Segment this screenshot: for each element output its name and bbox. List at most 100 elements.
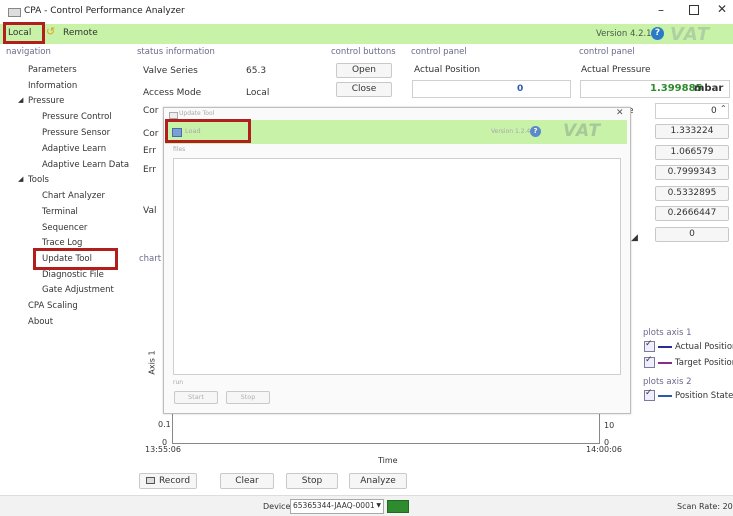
legend-target-position[interactable]: Target Position: [644, 355, 733, 368]
chart-heading: chart: [139, 254, 162, 264]
version-label: Version 4.2.1: [596, 29, 652, 39]
position-state-checkbox[interactable]: [644, 388, 655, 401]
chart-y2-tick-10: 10: [604, 421, 615, 430]
dialog-help-icon[interactable]: ?: [530, 126, 541, 137]
stop-button[interactable]: Stop: [286, 473, 338, 489]
scan-rate: Scan Rate: 20ms: [677, 502, 733, 511]
access-mode-value: Local: [246, 88, 270, 98]
chart-y-axis: [172, 410, 173, 444]
nav-tools[interactable]: Tools: [28, 175, 49, 185]
maximize-button[interactable]: [689, 5, 699, 15]
pressure-preset-5[interactable]: 0.2666447: [655, 206, 729, 221]
nav-gate-adjustment[interactable]: Gate Adjustment: [42, 285, 114, 295]
nav-pressure-control[interactable]: Pressure Control: [42, 112, 112, 122]
analyze-button[interactable]: Analyze: [349, 473, 407, 489]
navigation-heading: navigation: [6, 47, 51, 57]
pressure-preset-1[interactable]: 1.333224: [655, 124, 729, 139]
dialog-title: Update Tool: [179, 110, 215, 117]
pressure-preset-3[interactable]: 0.7999343: [655, 165, 729, 180]
valve-series-value: 65.3: [246, 66, 267, 76]
nav-trace-log[interactable]: Trace Log: [42, 238, 82, 248]
actual-position-label: Actual Position: [414, 65, 481, 75]
nav-diagnostic-file[interactable]: Diagnostic File: [42, 270, 104, 280]
chevron-down-icon: ▼: [376, 502, 381, 509]
record-button[interactable]: Record: [139, 473, 197, 489]
plots-axis-2-heading: plots axis 2: [643, 377, 692, 387]
status-row-4-label: Cor: [143, 129, 159, 139]
dialog-close-button[interactable]: ✕: [616, 108, 624, 118]
close-button[interactable]: Close: [336, 82, 392, 97]
files-label: files: [173, 146, 186, 153]
actual-position-checkbox[interactable]: [644, 339, 655, 352]
window-title: CPA - Control Performance Analyzer: [24, 6, 185, 16]
actual-position-value: 0: [517, 84, 524, 94]
control-panel-2-heading: control panel: [579, 47, 635, 57]
status-bar: Device: 65365344-JAAQ-0001 ▼ Scan Rate: …: [0, 495, 733, 516]
nav-about[interactable]: About: [28, 317, 53, 327]
status-row-3-label: Cor: [143, 106, 159, 116]
slider-handle-icon[interactable]: ◢: [631, 233, 638, 243]
expand-pressure-icon[interactable]: ◢: [18, 96, 23, 104]
record-label: Record: [158, 476, 191, 486]
chart-y2-axis: [599, 410, 600, 444]
pressure-preset-4[interactable]: 0.5332895: [655, 186, 729, 201]
nav-sequencer[interactable]: Sequencer: [42, 223, 87, 233]
dialog-version: Version 1.2.4: [491, 128, 531, 135]
status-heading: status information: [137, 47, 215, 57]
local-highlight: [3, 22, 45, 44]
dialog-start-button[interactable]: Start: [174, 391, 218, 404]
help-icon[interactable]: ?: [651, 27, 664, 40]
nav-adaptive-learn-data[interactable]: Adaptive Learn Data: [42, 160, 129, 170]
device-connected-icon: [387, 500, 409, 513]
update-tool-highlight: [33, 248, 118, 270]
vat-logo: VAT: [670, 24, 711, 45]
control-buttons-heading: control buttons: [331, 47, 396, 57]
actual-position-legend-label: Actual Position: [675, 342, 733, 352]
chart-x-label: Time: [378, 456, 398, 465]
nav-cpa-scaling[interactable]: CPA Scaling: [28, 301, 78, 311]
device-label: Device:: [263, 502, 294, 511]
remote-button[interactable]: Remote: [63, 28, 98, 38]
load-highlight: [165, 119, 251, 143]
nav-information[interactable]: Information: [28, 81, 77, 91]
nav-pressure-sensor[interactable]: Pressure Sensor: [42, 128, 110, 138]
chart-x-start: 13:55:06: [145, 445, 181, 454]
nav-pressure[interactable]: Pressure: [28, 96, 64, 106]
control-panel-1-heading: control panel: [411, 47, 467, 57]
dialog-stop-button[interactable]: Stop: [226, 391, 270, 404]
legend-position-state[interactable]: Position State: [644, 388, 733, 401]
pressure-preset-2[interactable]: 1.066579: [655, 145, 729, 160]
minimize-button[interactable]: –: [658, 3, 664, 17]
close-window-button[interactable]: ✕: [717, 2, 727, 16]
chart-y-tick-low: 0.1: [158, 420, 171, 429]
actual-pressure-label: Actual Pressure: [581, 65, 651, 75]
spin-arrows-icon[interactable]: ⌃: [720, 104, 727, 113]
status-row-5-label: Err: [143, 146, 156, 156]
nav-chart-analyzer[interactable]: Chart Analyzer: [42, 191, 105, 201]
clear-button[interactable]: Clear: [220, 473, 274, 489]
nav-parameters[interactable]: Parameters: [28, 65, 77, 75]
position-state-line-icon: [658, 394, 672, 397]
update-tool-dialog: Update Tool ✕ Load Version 1.2.4 ? VAT f…: [163, 107, 631, 414]
nav-adaptive-learn[interactable]: Adaptive Learn: [42, 144, 106, 154]
open-button[interactable]: Open: [336, 63, 392, 78]
files-list[interactable]: [173, 158, 621, 375]
target-position-checkbox[interactable]: [644, 355, 655, 368]
expand-tools-icon[interactable]: ◢: [18, 175, 23, 183]
chart-x-end: 14:00:06: [586, 445, 622, 454]
record-icon: [145, 477, 155, 484]
pressure-preset-6[interactable]: 0: [655, 227, 729, 242]
setpoint-spinbox[interactable]: 0 ⌃: [655, 103, 729, 119]
position-state-legend-label: Position State: [675, 391, 733, 401]
actual-position-line-icon: [658, 345, 672, 348]
remote-icon: ↺: [46, 25, 56, 38]
status-row-7-label: Val: [143, 206, 157, 216]
title-bar: CPA - Control Performance Analyzer – ✕: [0, 0, 733, 24]
access-mode-label: Access Mode: [143, 88, 202, 98]
chart-x-axis: [172, 443, 600, 444]
valve-series-label: Valve Series: [143, 66, 198, 76]
device-select[interactable]: 65365344-JAAQ-0001 ▼: [290, 499, 384, 514]
nav-terminal[interactable]: Terminal: [42, 207, 78, 217]
setpoint-spin-value: 0: [711, 106, 717, 116]
legend-actual-position[interactable]: Actual Position: [644, 339, 733, 352]
